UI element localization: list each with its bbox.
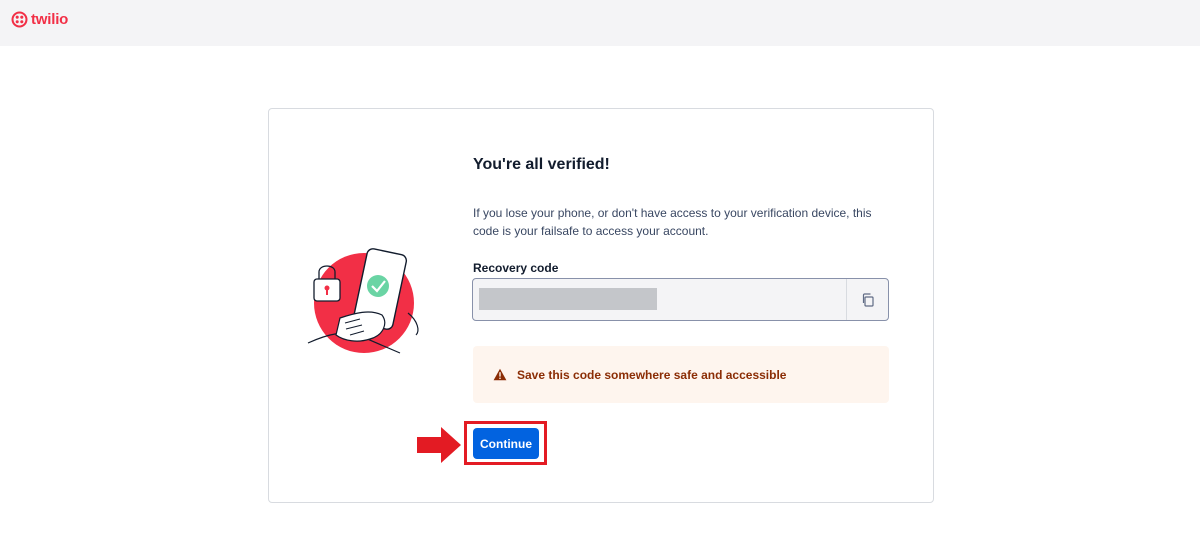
arrow-annotation-icon <box>417 427 461 463</box>
copy-icon <box>862 292 874 307</box>
recovery-code-field[interactable] <box>472 278 889 321</box>
continue-button[interactable]: Continue <box>473 428 539 459</box>
recovery-description: If you lose your phone, or don't have ac… <box>473 206 872 238</box>
recovery-code-value-redacted <box>479 288 657 310</box>
twilio-logo[interactable]: twilio <box>11 11 68 28</box>
phone-verified-illustration <box>307 248 419 354</box>
copy-button[interactable] <box>846 279 888 320</box>
warning-triangle-icon <box>493 368 507 381</box>
warning-text: Save this code somewhere safe and access… <box>517 367 787 382</box>
recovery-code-label: Recovery code <box>473 261 559 275</box>
brand-name: twilio <box>31 11 69 28</box>
top-bar: twilio <box>0 0 1200 46</box>
page-title: You're all verified! <box>473 156 610 173</box>
warning-callout: Save this code somewhere safe and access… <box>473 346 889 403</box>
twilio-logo-icon <box>11 11 28 28</box>
